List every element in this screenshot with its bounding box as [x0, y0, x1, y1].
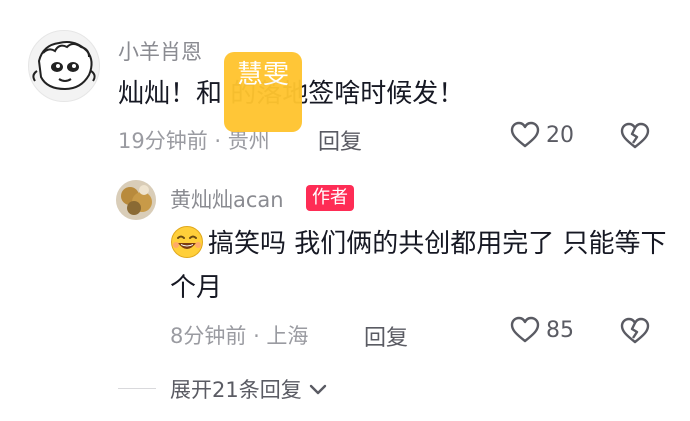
broken-heart-icon — [620, 317, 650, 344]
comment-text: 灿灿！和 的落地签啥时候发！ — [118, 79, 465, 109]
dislike-button[interactable] — [620, 317, 650, 349]
chevron-down-icon — [309, 384, 326, 395]
comment-time: 8分钟前 — [170, 324, 247, 348]
heart-icon — [510, 121, 540, 148]
meta-separator: · — [214, 129, 228, 153]
author-avatar[interactable] — [116, 180, 156, 220]
comment-meta: 8分钟前 · 上海 — [170, 320, 308, 350]
comment-location: 上海 — [266, 324, 309, 348]
cartoon-sheep-avatar-icon — [29, 31, 99, 101]
comment-username[interactable]: 黄灿灿acan — [170, 184, 284, 214]
dislike-button[interactable] — [620, 122, 650, 154]
author-badge: 作者 — [306, 185, 354, 211]
comment-text-content: 搞笑吗 我们俩的共创都用完了 只能等下个月 — [170, 229, 667, 303]
user-photo-avatar-icon — [116, 180, 156, 220]
commenter-avatar[interactable] — [28, 30, 100, 102]
comment-text: 搞笑吗 我们俩的共创都用完了 只能等下个月 — [170, 222, 670, 310]
broken-heart-icon — [620, 122, 650, 149]
like-count: 85 — [546, 317, 574, 343]
comment-location: 贵州 — [227, 129, 270, 153]
reply-button[interactable]: 回复 — [318, 124, 362, 156]
heart-icon — [510, 316, 540, 343]
like-button[interactable]: 85 — [510, 316, 574, 344]
comment-username[interactable]: 小羊肖恩 — [118, 36, 202, 66]
laughing-emoji-icon — [171, 226, 203, 258]
expand-replies-button[interactable]: 展开21条回复 — [170, 374, 328, 404]
expand-divider — [118, 388, 156, 389]
comment-time: 19分钟前 — [118, 129, 208, 153]
expand-replies-label: 展开21条回复 — [170, 378, 302, 402]
watermark-logo: 慧雯 — [224, 52, 302, 132]
like-button[interactable]: 20 — [510, 121, 574, 149]
like-count: 20 — [546, 122, 574, 148]
reply-button[interactable]: 回复 — [364, 320, 408, 352]
meta-separator: · — [253, 324, 267, 348]
